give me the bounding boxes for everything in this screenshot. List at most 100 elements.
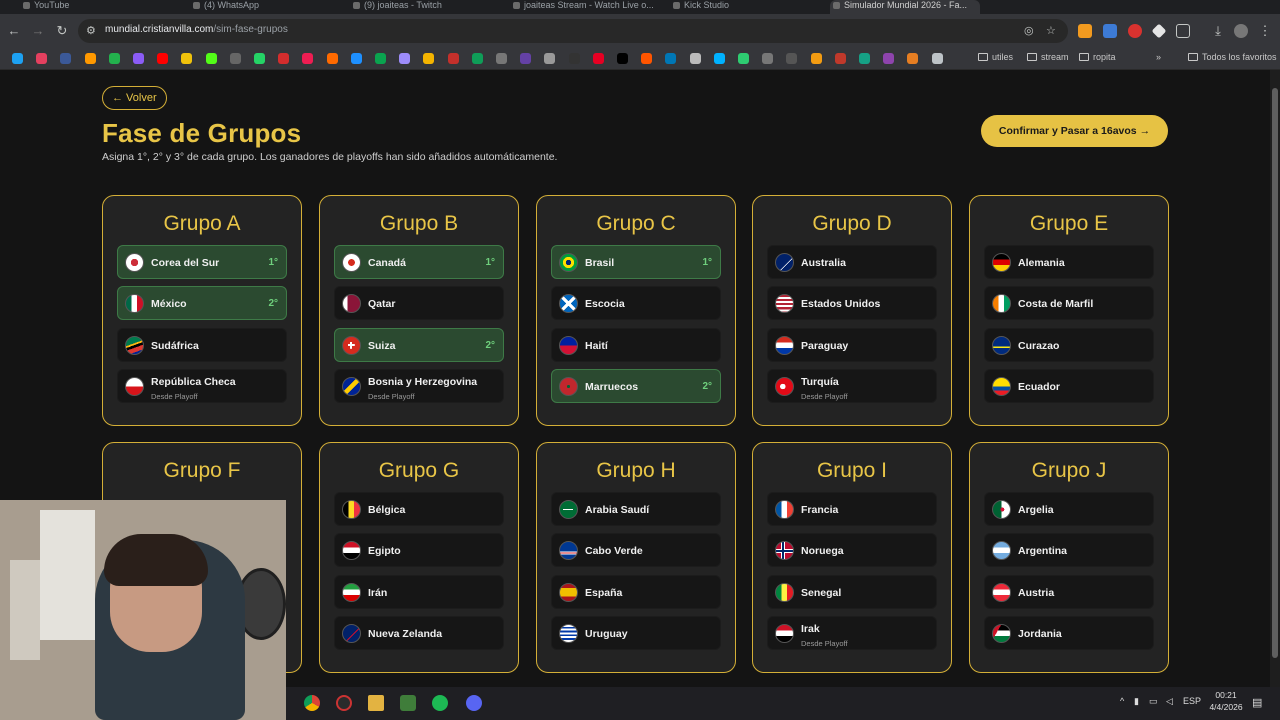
bookmark-instagram-icon[interactable] [36, 53, 48, 64]
download-icon[interactable]: ⤓ [1210, 23, 1226, 39]
team-row[interactable]: Bélgica [334, 492, 504, 526]
team-row[interactable]: Austria [984, 574, 1154, 609]
browser-tab[interactable]: Kick Studio [670, 0, 820, 14]
language-indicator[interactable]: ESP [1183, 696, 1201, 706]
bookmark-tiktok-icon[interactable] [302, 53, 314, 64]
bookmark-green-icon[interactable] [738, 53, 749, 64]
scrollbar-thumb[interactable] [1272, 88, 1278, 658]
bookmark-vision-icon[interactable] [350, 53, 362, 64]
bookmark-violet-icon[interactable] [883, 53, 895, 64]
star-icon[interactable]: ☆ [1046, 24, 1056, 37]
team-row[interactable]: República Checa Desde Playoff [117, 368, 287, 403]
site-info-icon[interactable]: ⚙ [86, 24, 100, 38]
bookmark-amazon-icon[interactable] [84, 53, 96, 64]
team-row[interactable]: Suiza 2° [334, 327, 504, 362]
discord-icon[interactable] [466, 695, 482, 711]
chrome-icon[interactable] [304, 695, 320, 711]
obs-icon[interactable] [336, 695, 352, 711]
team-row[interactable]: Uruguay [551, 615, 721, 650]
team-row[interactable]: Cabo Verde [551, 533, 721, 568]
team-row[interactable]: Marruecos 2° [551, 368, 721, 403]
team-row[interactable]: Curazao [984, 327, 1154, 362]
team-row[interactable]: Bosnia y Herzegovina Desde Playoff [334, 368, 504, 403]
bookmark-twitter-icon[interactable] [12, 53, 23, 64]
bookmark-tiktok2-icon[interactable] [617, 53, 628, 64]
team-row[interactable]: Escocia [551, 286, 721, 321]
team-row[interactable]: Alemania [984, 245, 1154, 279]
bookmark-twitch-icon[interactable] [133, 53, 144, 64]
team-row[interactable]: Ecuador [984, 368, 1154, 403]
team-row[interactable]: Senegal [767, 574, 937, 609]
bookmark-github-icon[interactable] [544, 53, 556, 64]
team-row[interactable]: México 2° [117, 286, 287, 321]
browser-tab[interactable]: (4) WhatsApp [190, 0, 340, 14]
bookmark-telegram-icon[interactable] [713, 53, 725, 64]
extension-play-icon[interactable] [1078, 24, 1092, 38]
team-row[interactable]: Argentina [984, 533, 1154, 568]
bookmark-x-icon[interactable] [229, 53, 241, 64]
bookmark-dark-icon[interactable] [786, 53, 798, 64]
browser-tab[interactable]: (9) joaiteas - Twitch [350, 0, 500, 14]
bookmark-folder-stream[interactable]: stream [1027, 52, 1069, 62]
bookmark-pinterest2-icon[interactable] [592, 53, 604, 64]
tray-overflow-icon[interactable]: ^ [1120, 696, 1124, 706]
all-bookmarks-folder[interactable]: Todos los favoritos [1188, 52, 1277, 62]
browser-tab[interactable]: YouTube [20, 0, 170, 14]
team-row[interactable]: Argelia [984, 492, 1154, 526]
bookmark-orange-icon[interactable] [810, 53, 822, 64]
address-bar[interactable]: ⚙ mundial.cristianvilla.com/sim-fase-gru… [78, 19, 1068, 43]
bookmark-folder-ropita[interactable]: ropita [1079, 52, 1116, 62]
notifications-icon[interactable]: ▤ [1252, 696, 1262, 709]
microphone-icon[interactable]: ▮ [1134, 696, 1139, 707]
bookmark-misc-icon[interactable] [689, 53, 701, 64]
bookmark-pinterest-icon[interactable] [447, 53, 459, 64]
bookmark-soundcloud-icon[interactable] [641, 53, 653, 64]
team-row[interactable]: Australia [767, 245, 937, 279]
team-row[interactable]: Canadá 1° [334, 245, 504, 279]
bookmarks-overflow-icon[interactable]: » [1156, 52, 1161, 62]
team-row[interactable]: Arabia Saudí [551, 492, 721, 526]
browser-tab[interactable]: Simulador Mundial 2026 - Fa... [830, 0, 980, 14]
team-row[interactable]: Nueva Zelanda [334, 615, 504, 650]
bookmark-linkedin-icon[interactable] [665, 53, 677, 64]
team-row[interactable]: Estados Unidos [767, 286, 937, 321]
bookmark-red-icon[interactable] [834, 53, 846, 64]
bookmark-kick-icon[interactable] [205, 53, 217, 64]
bookmark-youtube-icon[interactable] [157, 53, 169, 64]
back-arrow-icon[interactable]: ← [6, 23, 22, 39]
bookmark-whatsapp-icon[interactable] [254, 53, 265, 64]
team-row[interactable]: Costa de Marfil [984, 286, 1154, 321]
team-row[interactable]: Sudáfrica [117, 327, 287, 362]
extension-translate-icon[interactable] [1103, 24, 1117, 38]
volume-icon[interactable]: ◁ [1166, 696, 1173, 707]
team-row[interactable]: España [551, 574, 721, 609]
taskbar-clock[interactable]: 00:21 4/4/2026 [1206, 689, 1246, 713]
team-row[interactable]: Paraguay [767, 327, 937, 362]
menu-dots-icon[interactable]: ⋮ [1257, 23, 1273, 39]
bookmark-sheets-icon[interactable] [375, 53, 386, 64]
bookmark-store-icon[interactable] [278, 53, 290, 64]
bookmark-teal-icon[interactable] [859, 53, 870, 64]
bookmark-maps-icon[interactable] [108, 53, 120, 64]
bookmark-drive-icon[interactable] [471, 53, 483, 64]
bookmark-folder-utiles[interactable]: utiles [978, 52, 1013, 62]
team-row[interactable]: Egipto [334, 533, 504, 568]
browser-tab[interactable]: joaiteas Stream - Watch Live o... [510, 0, 660, 14]
reload-icon[interactable]: ↻ [54, 23, 70, 39]
back-button[interactable]: ← Volver [102, 86, 167, 110]
bookmark-cloud-icon[interactable] [762, 53, 774, 64]
bookmark-notes-icon[interactable] [181, 53, 193, 64]
network-icon[interactable]: ▭ [1149, 696, 1158, 707]
team-row[interactable]: Francia [767, 492, 937, 526]
profile-avatar[interactable] [1234, 24, 1248, 38]
forward-arrow-icon[interactable]: → [30, 23, 46, 39]
confirm-button[interactable]: Confirmar y Pasar a 16avos → [981, 115, 1168, 147]
bookmark-purple-icon[interactable] [399, 53, 411, 64]
team-row[interactable]: Qatar [334, 286, 504, 321]
bookmark-mail-icon[interactable] [423, 53, 435, 64]
app-icon[interactable] [400, 695, 416, 711]
team-row[interactable]: Turquía Desde Playoff [767, 368, 937, 403]
team-row[interactable]: Corea del Sur 1° [117, 245, 287, 279]
team-row[interactable]: Brasil 1° [551, 245, 721, 279]
bookmark-amber-icon[interactable] [907, 53, 919, 64]
